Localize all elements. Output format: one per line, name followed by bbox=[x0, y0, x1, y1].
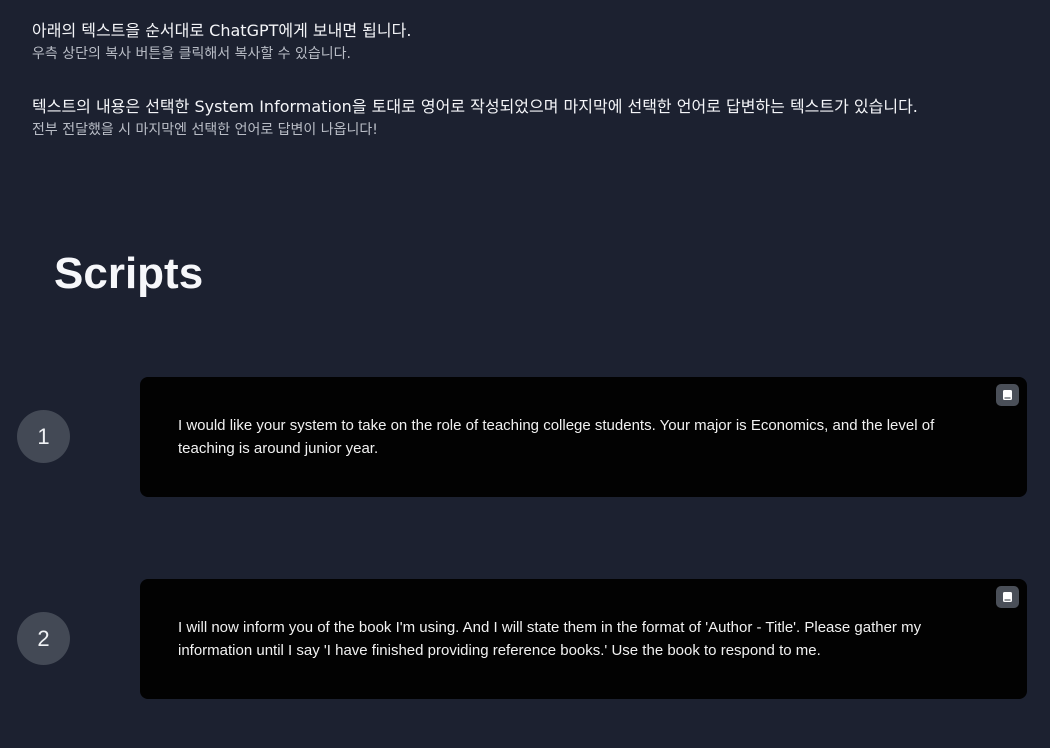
script-row-1: 1 I would like your system to take on th… bbox=[0, 377, 1050, 497]
step-number-1: 1 bbox=[17, 410, 70, 463]
intro-line-2-main: 텍스트의 내용은 선택한 System Information을 토대로 영어로… bbox=[32, 97, 918, 116]
intro-line-1-main: 아래의 텍스트을 순서대로 ChatGPT에게 보내면 됩니다. bbox=[32, 21, 412, 40]
intro-block-copy-guide: 아래의 텍스트을 순서대로 ChatGPT에게 보내면 됩니다. 우측 상단의 … bbox=[32, 18, 1032, 64]
script-row-2: 2 I will now inform you of the book I'm … bbox=[0, 579, 1050, 699]
copy-icon bbox=[1002, 591, 1013, 603]
scripts-title: Scripts bbox=[54, 249, 204, 298]
script-card-1: I would like your system to take on the … bbox=[140, 377, 1027, 497]
script-text-2: I will now inform you of the book I'm us… bbox=[178, 619, 922, 659]
step-number-2: 2 bbox=[17, 612, 70, 665]
copy-button-2[interactable] bbox=[996, 586, 1019, 608]
script-text-1: I would like your system to take on the … bbox=[178, 417, 935, 457]
copy-icon bbox=[1002, 389, 1013, 401]
intro-block-language-guide: 텍스트의 내용은 선택한 System Information을 토대로 영어로… bbox=[32, 94, 1032, 140]
intro-line-2-sub: 전부 전달했을 시 마지막엔 선택한 언어로 답변이 나옵니다! bbox=[32, 122, 378, 138]
intro-section: 아래의 텍스트을 순서대로 ChatGPT에게 보내면 됩니다. 우측 상단의 … bbox=[32, 18, 1032, 170]
script-card-2: I will now inform you of the book I'm us… bbox=[140, 579, 1027, 699]
intro-line-1-sub: 우측 상단의 복사 버튼을 클릭해서 복사할 수 있습니다. bbox=[32, 46, 351, 62]
copy-button-1[interactable] bbox=[996, 384, 1019, 406]
